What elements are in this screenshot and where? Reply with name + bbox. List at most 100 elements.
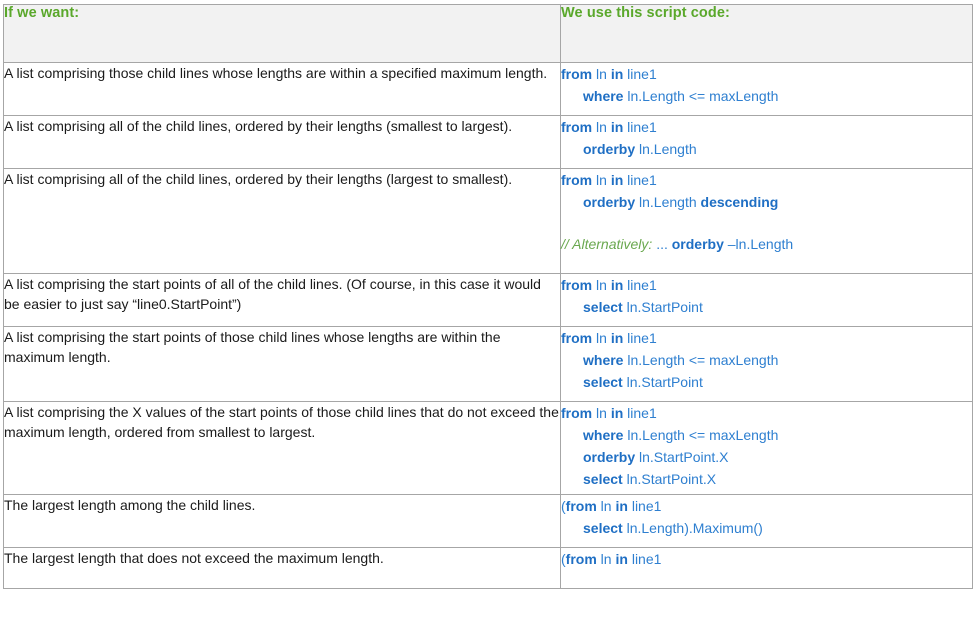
- code-line: orderby ln.Length descending: [561, 191, 972, 213]
- row-code-cell: from ln in line1 where ln.Length <= maxLe…: [560, 326, 973, 402]
- code-token-kw: orderby: [583, 449, 636, 465]
- column-header-code-label: We use this script code:: [561, 5, 730, 21]
- code-token-kw: select: [583, 299, 623, 315]
- column-header-code: We use this script code:: [560, 4, 973, 63]
- code-line: from ln in line1: [561, 116, 972, 138]
- code-token-id: line1: [627, 551, 662, 567]
- code-token-id: ln: [596, 498, 616, 514]
- code-line: select ln.StartPoint: [561, 296, 972, 318]
- code-token-id: line1: [627, 498, 662, 514]
- table-row: A list comprising all of the child lines…: [3, 115, 973, 169]
- code-line: from ln in line1: [561, 169, 972, 191]
- table-body: A list comprising those child lines whos…: [3, 62, 973, 589]
- code-token-id: ln.Length <= maxLength: [623, 88, 779, 104]
- code-token-kw: in: [610, 277, 624, 293]
- code-token-kw: from: [565, 551, 597, 567]
- code-token-kw: orderby: [671, 236, 724, 252]
- code-token-kw: in: [615, 551, 628, 567]
- row-description-cell: The largest length among the child lines…: [3, 494, 561, 548]
- code-line: select ln.Length).Maximum(): [561, 517, 972, 539]
- code-token-kw: in: [610, 172, 624, 188]
- code-token-id: line1: [623, 66, 657, 82]
- code-token-kw: from: [561, 405, 593, 421]
- code-line: orderby ln.Length: [561, 138, 972, 160]
- table-row: A list comprising those child lines whos…: [3, 62, 973, 116]
- table-head: If we want: We use this script code:: [3, 4, 973, 63]
- code-line: where ln.Length <= maxLength: [561, 349, 972, 371]
- code-token-id: ln.Length <= maxLength: [623, 352, 779, 368]
- code-token-id: ln: [592, 119, 611, 135]
- code-token-kw: orderby: [583, 194, 636, 210]
- code-token-id: ln.StartPoint: [622, 299, 703, 315]
- code-token-kw: where: [583, 427, 624, 443]
- code-token-kw: where: [583, 88, 624, 104]
- code-token-id: –ln.Length: [723, 236, 794, 252]
- code-token-kw: from: [561, 119, 593, 135]
- code-token-id: ln.StartPoint.X: [622, 471, 717, 487]
- row-description-cell: A list comprising those child lines whos…: [3, 62, 561, 116]
- code-line: (from ln in line1: [561, 495, 972, 517]
- code-token-kw: orderby: [583, 141, 636, 157]
- row-description-cell: The largest length that does not exceed …: [3, 547, 561, 589]
- code-token-id: ln.Length).Maximum(): [622, 520, 763, 536]
- code-line: from ln in line1: [561, 63, 972, 85]
- table-row: The largest length that does not exceed …: [3, 547, 973, 589]
- row-code-cell: from ln in line1 orderby ln.Length: [560, 115, 973, 169]
- code-token-id: ln: [596, 551, 616, 567]
- code-token-id: ...: [656, 236, 672, 252]
- table-row: The largest length among the child lines…: [3, 494, 973, 548]
- code-line: orderby ln.StartPoint.X: [561, 446, 972, 468]
- code-token-id: ln: [592, 172, 611, 188]
- table-row: A list comprising all of the child lines…: [3, 168, 973, 274]
- row-description-cell: A list comprising all of the child lines…: [3, 168, 561, 274]
- code-token-kw: in: [610, 119, 624, 135]
- row-description-cell: A list comprising the X values of the st…: [3, 401, 561, 495]
- code-token-id: line1: [623, 277, 657, 293]
- code-token-kw: from: [565, 498, 597, 514]
- row-code-cell: from ln in line1 select ln.StartPoint: [560, 273, 973, 327]
- row-code-cell: (from ln in line1 select ln.Length).Maxim…: [560, 494, 973, 548]
- table-row: A list comprising the start points of al…: [3, 273, 973, 327]
- code-token-kw: select: [583, 520, 623, 536]
- code-token-kw: from: [561, 172, 593, 188]
- code-token-id: line1: [623, 330, 657, 346]
- code-token-id: ln.Length: [635, 194, 701, 210]
- row-code-cell: (from ln in line1: [560, 547, 973, 589]
- code-line: from ln in line1: [561, 402, 972, 424]
- code-token-id: ln.StartPoint.X: [635, 449, 729, 465]
- table-row: A list comprising the start points of th…: [3, 326, 973, 402]
- code-token-comment: // Alternatively:: [561, 236, 657, 252]
- code-line: (from ln in line1: [561, 548, 972, 570]
- row-code-cell: from ln in line1 orderby ln.Length descen…: [560, 168, 973, 274]
- code-token-id: ln: [592, 66, 611, 82]
- code-token-id: ln.Length <= maxLength: [623, 427, 779, 443]
- table-row: A list comprising the X values of the st…: [3, 401, 973, 495]
- code-token-kw: from: [561, 277, 593, 293]
- code-token-kw: in: [615, 498, 628, 514]
- column-header-want: If we want:: [3, 4, 561, 63]
- row-code-cell: from ln in line1 where ln.Length <= maxLe…: [560, 62, 973, 116]
- column-header-want-label: If we want:: [4, 5, 80, 21]
- code-token-kw: from: [561, 330, 593, 346]
- row-description-cell: A list comprising the start points of th…: [3, 326, 561, 402]
- linq-reference-table: If we want: We use this script code: A l…: [3, 4, 973, 589]
- code-token-kw: in: [610, 330, 624, 346]
- page-root: If we want: We use this script code: A l…: [0, 0, 977, 620]
- code-token-kw: descending: [700, 194, 779, 210]
- table-header-row: If we want: We use this script code:: [3, 4, 973, 63]
- row-description-cell: A list comprising the start points of al…: [3, 273, 561, 327]
- code-line: from ln in line1: [561, 274, 972, 296]
- code-line: // Alternatively: ... orderby –ln.Length: [561, 233, 972, 255]
- code-token-kw: select: [583, 374, 623, 390]
- code-token-kw: where: [583, 352, 624, 368]
- code-token-id: ln.StartPoint: [622, 374, 703, 390]
- code-token-id: ln: [592, 330, 611, 346]
- code-token-id: ln.Length: [635, 141, 697, 157]
- code-line: select ln.StartPoint: [561, 371, 972, 393]
- code-line: where ln.Length <= maxLength: [561, 85, 972, 107]
- code-line: where ln.Length <= maxLength: [561, 424, 972, 446]
- code-token-kw: select: [583, 471, 623, 487]
- code-token-id: line1: [623, 172, 657, 188]
- code-token-id: ln: [592, 277, 611, 293]
